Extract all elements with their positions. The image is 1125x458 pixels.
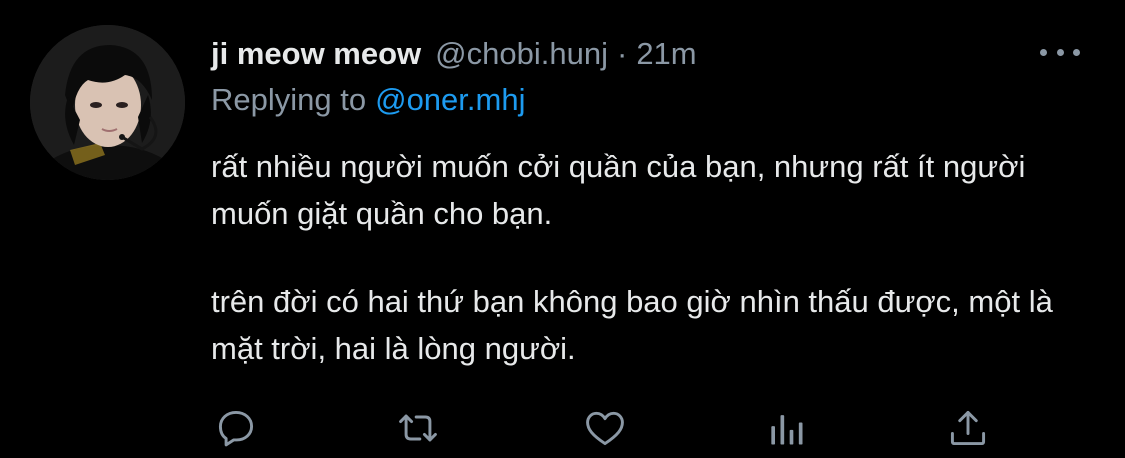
- avatar[interactable]: [30, 25, 185, 180]
- retweet-icon[interactable]: [393, 403, 443, 453]
- analytics-bars-icon[interactable]: [761, 403, 811, 453]
- more-dot: [1056, 48, 1064, 56]
- tweet-paragraph: rất nhiều người muốn cởi quần của bạn, n…: [211, 149, 1026, 231]
- display-name[interactable]: ji meow meow: [211, 36, 421, 72]
- tweet-card: ji meow meow @chobi.hunj · 21m Replying …: [0, 0, 1125, 458]
- tweet-paragraph: trên đời có hai thứ bạn không bao giờ nh…: [211, 284, 1053, 366]
- more-dot: [1040, 48, 1047, 56]
- avatar-photo: [30, 25, 185, 180]
- user-handle[interactable]: @chobi.hunj: [435, 36, 608, 72]
- share-upload-icon[interactable]: [943, 403, 993, 453]
- replying-to-handle-link[interactable]: @oner.mhj: [375, 82, 525, 117]
- replying-to: Replying to @oner.mhj: [211, 82, 525, 118]
- tweet-header: ji meow meow @chobi.hunj · 21m: [211, 32, 697, 76]
- reply-bubble-icon[interactable]: [211, 403, 261, 453]
- timestamp[interactable]: 21m: [636, 36, 696, 72]
- tweet-text: rất nhiều người muốn cởi quần của bạn, n…: [211, 143, 1091, 372]
- separator-dot: ·: [616, 36, 628, 71]
- heart-icon[interactable]: [580, 403, 630, 453]
- replying-label: Replying to: [211, 82, 367, 117]
- more-horizontal-icon[interactable]: [1040, 42, 1080, 62]
- action-bar: [211, 403, 1011, 453]
- more-dot: [1073, 48, 1080, 56]
